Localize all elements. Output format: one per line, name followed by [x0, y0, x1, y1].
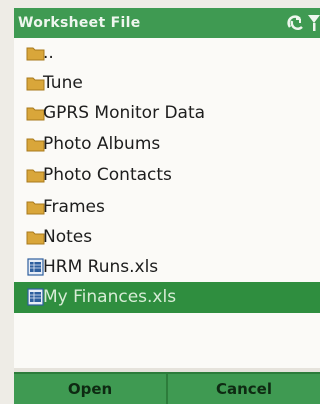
list-item-label: My Finances.xls — [43, 287, 177, 307]
list-item[interactable]: Tune — [14, 68, 320, 99]
list-item-label: HRM Runs.xls — [43, 257, 159, 277]
window-title: Worksheet File — [18, 15, 141, 31]
list-item-label: .. — [43, 43, 54, 63]
title-bar: Worksheet File — [14, 8, 320, 38]
list-item[interactable]: .. — [14, 38, 320, 69]
signal-icon — [308, 15, 320, 31]
list-item-selected[interactable]: My Finances.xls — [14, 282, 320, 313]
list-item[interactable]: Notes — [14, 222, 320, 253]
status-icons — [286, 13, 320, 33]
list-item[interactable]: Photo Albums — [14, 129, 320, 160]
list-item[interactable]: Photo Contacts — [14, 160, 320, 191]
list-item[interactable]: HRM Runs.xls — [14, 252, 320, 283]
softkey-bar: Open Cancel — [14, 372, 320, 404]
list-item-label: Photo Contacts — [43, 165, 172, 185]
file-list[interactable]: .. Tune GPRS Monitor Data Photo Albums P — [14, 38, 320, 368]
list-item-label: Tune — [43, 73, 83, 93]
list-item[interactable]: Frames — [14, 192, 320, 223]
file-picker-screen: Worksheet File .. Tune GPRS Monitor Data… — [14, 8, 320, 404]
list-item-label: GPRS Monitor Data — [43, 103, 206, 123]
cancel-button[interactable]: Cancel — [166, 372, 320, 404]
list-item[interactable]: GPRS Monitor Data — [14, 98, 320, 129]
list-item-label: Photo Albums — [43, 134, 161, 154]
list-item-label: Notes — [43, 227, 93, 247]
list-item-label: Frames — [43, 197, 105, 217]
open-button[interactable]: Open — [14, 372, 166, 404]
